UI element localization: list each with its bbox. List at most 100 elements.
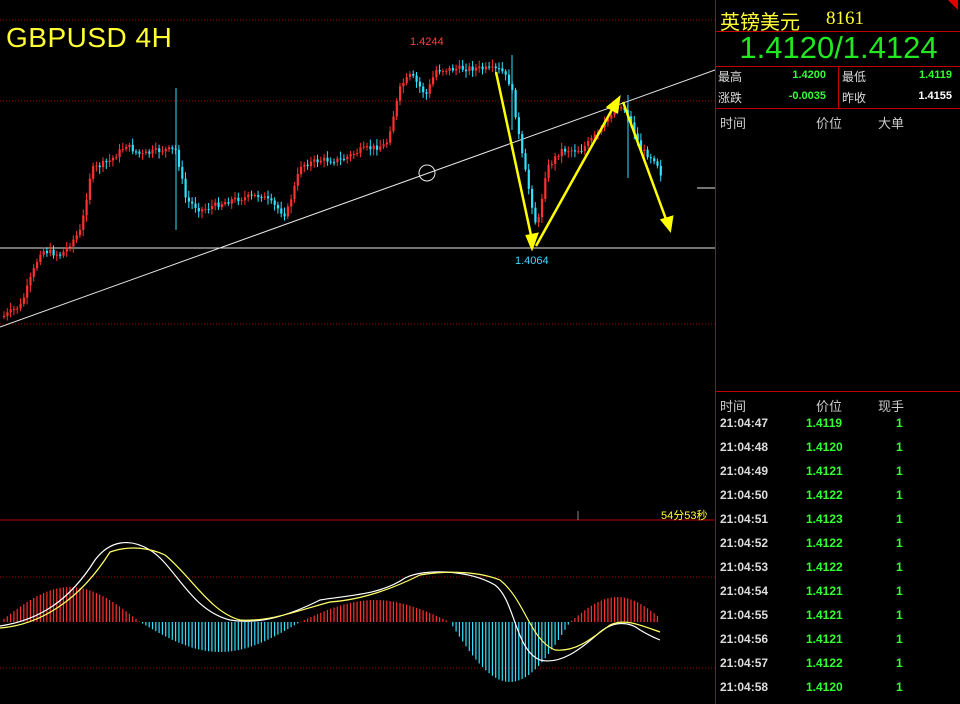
tick-volume: 1 — [896, 656, 903, 670]
candle-body — [39, 254, 42, 263]
tick-price: 1.4120 — [806, 440, 843, 454]
candle-body — [276, 204, 280, 209]
candle-body — [181, 166, 184, 179]
candle-body — [653, 158, 656, 162]
candle-body — [560, 148, 563, 157]
candle-body — [19, 303, 22, 309]
candle-body — [250, 194, 253, 196]
bid-ask-price: 1.4120/1.4124 — [739, 30, 938, 65]
candle-body — [62, 251, 65, 256]
candle-body — [435, 69, 438, 78]
big-orders-list[interactable] — [716, 130, 960, 390]
tick-time: 21:04:54 — [720, 584, 769, 598]
candle-body — [98, 165, 101, 168]
candle-body — [471, 66, 474, 71]
tick-volume: 1 — [896, 464, 903, 478]
candle-body — [521, 134, 524, 154]
tick-time: 21:04:58 — [720, 680, 769, 694]
trend-line[interactable] — [0, 69, 715, 328]
tick-row: 21:04:47 1.4119 1 — [716, 416, 960, 440]
candle-body — [3, 315, 6, 317]
candle-body — [422, 86, 425, 93]
tick-price: 1.4120 — [806, 680, 843, 694]
tick-volume: 1 — [896, 680, 903, 694]
candle-body — [580, 151, 583, 153]
candle-body — [507, 74, 511, 85]
divider — [838, 66, 839, 108]
ticks-header-time: 时间 — [720, 399, 747, 414]
candle-body — [567, 151, 570, 153]
candle-body — [356, 152, 359, 155]
trend-arrows — [494, 71, 674, 252]
candle-body — [375, 145, 379, 150]
candle-body — [441, 70, 445, 72]
candle-body — [494, 66, 497, 69]
tick-volume: 1 — [896, 440, 903, 454]
tick-volume: 1 — [896, 512, 903, 526]
candle-body — [557, 156, 560, 158]
tick-time: 21:04:47 — [720, 416, 769, 430]
candle-body — [379, 146, 382, 150]
candle-body — [144, 151, 148, 153]
candle-body — [111, 157, 115, 161]
tick-row: 21:04:55 1.4121 1 — [716, 608, 960, 632]
candle-body — [210, 206, 214, 209]
candle-body — [102, 161, 105, 168]
tick-price: 1.4122 — [806, 488, 843, 502]
candle-body — [412, 73, 415, 76]
candle-body — [531, 188, 534, 208]
candle-body — [504, 71, 507, 75]
candle-body — [85, 199, 88, 216]
tick-price: 1.4121 — [806, 584, 843, 598]
tick-volume: 1 — [896, 608, 903, 622]
candle-body — [286, 206, 289, 217]
candle-body — [577, 151, 580, 153]
candle-body — [36, 262, 39, 269]
candle-body — [201, 209, 204, 212]
candle-body — [620, 107, 623, 109]
candle-body — [309, 161, 313, 167]
candle-body — [323, 157, 326, 161]
tick-volume: 1 — [896, 416, 903, 430]
candle-body — [458, 65, 461, 69]
candle-body — [9, 309, 12, 313]
candle-body — [207, 208, 210, 210]
candle-body — [465, 69, 468, 72]
candle-body — [42, 250, 45, 255]
tick-volume: 1 — [896, 560, 903, 574]
candle-body — [293, 185, 296, 200]
candle-body — [296, 173, 299, 186]
candle-body — [372, 145, 375, 150]
candles — [3, 55, 662, 321]
tick-volume: 1 — [896, 632, 903, 646]
candle-body — [32, 268, 35, 277]
stat-label-prev-close: 昨收 — [842, 91, 867, 105]
tick-time: 21:04:49 — [720, 464, 769, 478]
candle-body — [461, 65, 464, 70]
candle-body — [445, 70, 448, 72]
stat-value-change: -0.0035 — [788, 90, 826, 102]
candle-body — [184, 178, 187, 198]
candle-body — [514, 89, 517, 118]
chart-area[interactable]: GBPUSD 4H 1.4244 1.4064 54分53秒 — [0, 0, 715, 704]
candle-body — [537, 217, 540, 223]
macd-signal-line — [0, 547, 661, 651]
candle-body — [65, 247, 68, 252]
tick-row: 21:04:57 1.4122 1 — [716, 656, 960, 680]
candle-body — [69, 246, 72, 248]
candle-body — [273, 200, 276, 205]
high-price-label: 1.4244 — [410, 36, 444, 48]
candle-body — [408, 73, 412, 77]
candle-body — [405, 76, 408, 83]
candle-body — [82, 215, 85, 230]
chart-title: GBPUSD 4H — [6, 22, 173, 53]
candle-body — [369, 146, 372, 150]
candle-body — [425, 92, 428, 94]
tick-time: 21:04:56 — [720, 632, 769, 646]
candle-body — [488, 66, 491, 68]
tick-price: 1.4122 — [806, 536, 843, 550]
candle-body — [253, 195, 256, 197]
candle-body — [474, 67, 478, 71]
candlestick-chart[interactable] — [0, 0, 715, 704]
candle-body — [517, 117, 520, 135]
